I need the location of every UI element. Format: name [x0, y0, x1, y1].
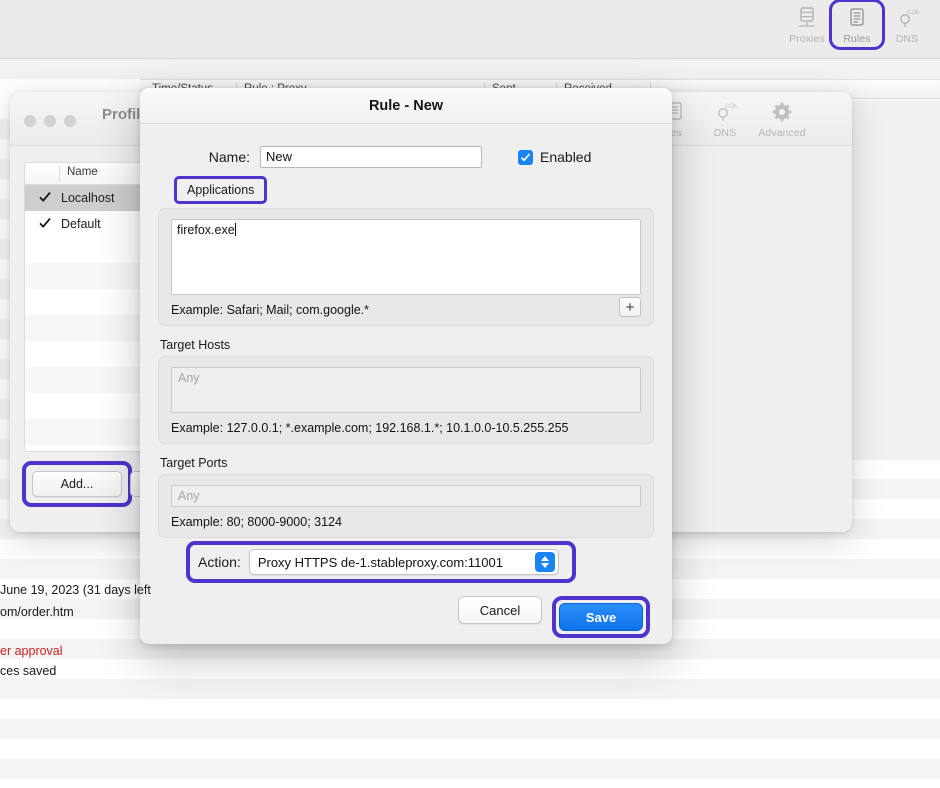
profile-list-item-label: Localhost — [61, 191, 115, 205]
cancel-button[interactable]: Cancel — [458, 596, 542, 624]
applications-example: Example: Safari; Mail; com.google.* — [171, 303, 370, 317]
add-button[interactable]: Add... — [32, 471, 122, 497]
action-label: Action: — [198, 554, 241, 570]
target-hosts-input[interactable]: Any — [171, 367, 641, 413]
server-stack-icon — [796, 5, 818, 31]
screen-root: Proxies Rules COM DNS Profile les COM DN… — [0, 0, 940, 788]
chevron-updown-icon[interactable] — [534, 552, 555, 572]
profile-toolbar-item-dns-label: DNS — [713, 127, 737, 139]
target-ports-label: Target Ports — [160, 456, 228, 470]
approval-warning-text: er approval — [0, 644, 63, 658]
log-rows-bottom — [0, 699, 940, 788]
profile-toolbar-item-advanced-label: Advanced — [758, 127, 806, 139]
dialog-body: Name: New Enabled Applications firefox.e… — [140, 124, 672, 538]
dialog-title: Rule - New — [368, 97, 444, 114]
applications-tab-highlight[interactable]: Applications — [174, 176, 268, 204]
checkbox-icon[interactable] — [39, 192, 51, 204]
order-url-text: om/order.htm — [0, 605, 74, 619]
action-select-value: Proxy HTTPS de-1.stableproxy.com:11001 — [257, 554, 503, 570]
action-select[interactable]: Proxy HTTPS de-1.stableproxy.com:11001 — [248, 549, 559, 575]
column-divider[interactable] — [59, 165, 60, 182]
target-ports-example: Example: 80; 8000-9000; 3124 — [171, 515, 342, 529]
add-application-button[interactable]: + — [619, 297, 641, 317]
gear-icon — [770, 99, 794, 125]
applications-value: firefox.exe — [177, 223, 235, 237]
checkbox-icon — [518, 149, 533, 165]
toolbar-item-rules-label: Rules — [843, 33, 871, 45]
profile-toolbar-items: les COM DNS Advanced — [650, 96, 814, 141]
minimize-icon[interactable] — [44, 115, 56, 127]
toolbar-item-rules[interactable]: Rules — [829, 0, 885, 50]
name-label: Name: — [208, 149, 250, 165]
save-button[interactable]: Save — [559, 603, 643, 631]
toolbar-item-proxies[interactable]: Proxies — [782, 2, 832, 47]
name-row: Name: New Enabled — [158, 146, 654, 168]
target-hosts-label: Target Hosts — [160, 338, 231, 352]
app-subbar — [0, 59, 940, 79]
rules-list-icon — [846, 5, 868, 31]
dns-magnifier-icon: COM — [895, 5, 919, 31]
enabled-label: Enabled — [540, 149, 592, 165]
close-icon[interactable] — [24, 115, 36, 127]
window-traffic-lights — [24, 115, 76, 127]
name-input[interactable]: New — [260, 146, 482, 168]
action-row-highlight: Action: Proxy HTTPS de-1.stableproxy.com… — [186, 541, 576, 583]
profile-toolbar-item-dns[interactable]: COM DNS — [700, 96, 750, 141]
enabled-checkbox[interactable]: Enabled — [518, 149, 591, 165]
profile-list-item-label: Default — [61, 217, 101, 231]
license-expiry-text: June 19, 2023 (31 days left — [0, 583, 151, 597]
save-button-highlight: Save — [552, 596, 650, 638]
svg-text:COM: COM — [907, 10, 919, 16]
applications-group: firefox.exe Example: Safari; Mail; com.g… — [158, 208, 654, 326]
toolbar-item-proxies-label: Proxies — [789, 33, 825, 45]
target-hosts-example: Example: 127.0.0.1; *.example.com; 192.1… — [171, 421, 569, 435]
toolbar-item-dns[interactable]: COM DNS — [882, 2, 932, 47]
app-toolbar-items: Proxies Rules COM DNS — [782, 0, 932, 50]
profile-list-header-name[interactable]: Name — [67, 166, 98, 178]
toolbar-item-dns-label: DNS — [895, 33, 919, 45]
target-ports-group: Any Example: 80; 8000-9000; 3124 — [158, 474, 654, 538]
checkbox-icon[interactable] — [39, 218, 51, 230]
svg-text:COM: COM — [725, 104, 737, 110]
text-caret — [234, 223, 236, 236]
applications-tab-label: Applications — [187, 183, 255, 197]
dialog-buttons: Cancel Save — [140, 596, 672, 638]
target-hosts-group: Any Example: 127.0.0.1; *.example.com; 1… — [158, 356, 654, 444]
target-ports-input[interactable]: Any — [171, 485, 641, 507]
rule-new-dialog: Rule - New Name: New Enabled Application… — [140, 88, 672, 644]
dialog-titlebar: Rule - New — [140, 88, 672, 124]
saved-status-text: ces saved — [0, 664, 57, 678]
maximize-icon[interactable] — [64, 115, 76, 127]
applications-textarea[interactable]: firefox.exe — [171, 219, 641, 295]
profile-toolbar-item-advanced[interactable]: Advanced — [750, 96, 814, 141]
dns-magnifier-icon: COM — [713, 99, 737, 125]
